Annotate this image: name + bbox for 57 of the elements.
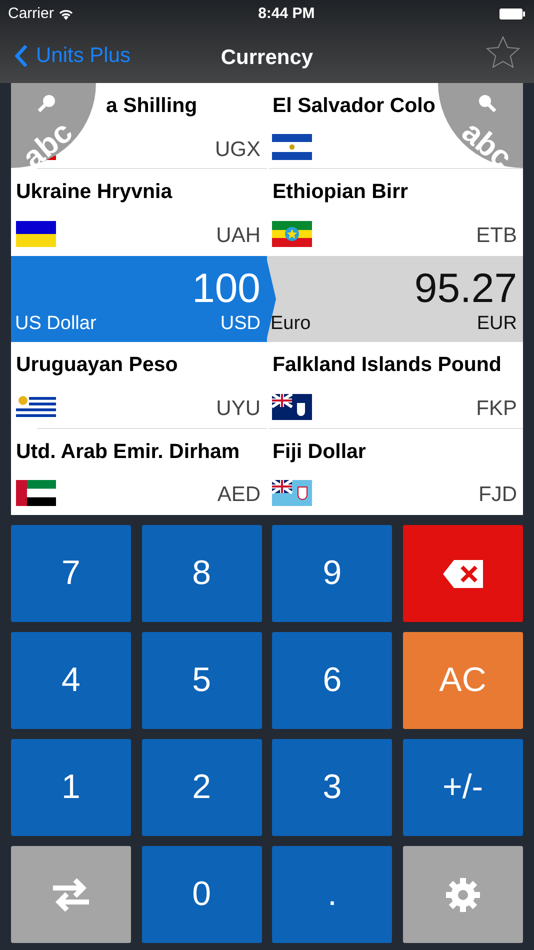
flag-icon <box>16 220 56 247</box>
key-button[interactable]: 2 <box>142 739 262 836</box>
battery-icon <box>498 8 526 20</box>
search-icon <box>476 93 498 115</box>
flag-icon <box>272 480 312 506</box>
currency-name[interactable]: Ethiopian Birr <box>272 177 408 208</box>
key-button[interactable]: 3 <box>272 739 392 836</box>
currency-code: AED <box>217 482 260 508</box>
flag-icon <box>16 394 56 420</box>
key-button[interactable]: 6 <box>272 632 392 729</box>
flag-icon <box>272 220 312 247</box>
currency-code: EUR <box>476 312 517 336</box>
currency-name[interactable]: Falkland Islands Pound <box>272 350 502 381</box>
currency-code: UYU <box>216 396 260 422</box>
key-button[interactable]: 5 <box>142 632 262 729</box>
key-button[interactable]: . <box>272 846 392 943</box>
wifi-icon <box>58 8 74 20</box>
currency-code: UAH <box>216 223 260 250</box>
currency-code: USD <box>220 312 260 336</box>
currency-name[interactable]: Uruguayan Peso <box>16 350 178 381</box>
currency-name[interactable]: El Salvador Colo <box>272 91 436 122</box>
flag-icon <box>272 134 312 160</box>
currency-name[interactable]: Utd. Arab Emir. Dirham <box>16 436 240 468</box>
clock: 8:44 PM <box>258 4 315 24</box>
key-button[interactable]: 9 <box>272 525 392 622</box>
currency-code: FKP <box>476 396 517 422</box>
key-button[interactable]: 1 <box>11 739 131 836</box>
backspace-icon <box>442 560 483 588</box>
currency-name[interactable]: Fiji Dollar <box>272 436 366 468</box>
currency-code: UGX <box>214 136 260 163</box>
backspace-button[interactable] <box>402 525 523 622</box>
swap-button[interactable] <box>11 846 131 943</box>
settings-icon <box>444 876 481 912</box>
target-currency-panel[interactable]: 95.27 Euro EUR <box>266 256 523 342</box>
search-icon <box>36 93 58 115</box>
key-button[interactable]: +/- <box>402 739 523 836</box>
key-button[interactable]: 4 <box>11 632 131 729</box>
chevron-left-icon <box>14 44 28 68</box>
key-button[interactable]: 8 <box>142 525 262 622</box>
key-button[interactable]: 0 <box>142 846 262 943</box>
amount-value: 100 <box>191 264 260 309</box>
amount-value: 95.27 <box>413 264 517 309</box>
currency-name: US Dollar <box>15 312 96 336</box>
currency-code: ETB <box>476 223 517 250</box>
flag-icon <box>272 394 312 420</box>
settings-button[interactable] <box>402 846 523 943</box>
currency-code: FJD <box>478 482 517 508</box>
nav-title: Currency <box>220 46 314 69</box>
currency-name[interactable]: Ukraine Hryvnia <box>16 177 172 208</box>
currency-name[interactable]: a Shilling <box>106 91 198 122</box>
swap-arrows-icon <box>51 876 91 912</box>
key-button[interactable]: 7 <box>11 525 131 622</box>
favorite-button[interactable] <box>486 36 520 68</box>
currency-name: Euro <box>270 312 311 336</box>
back-button[interactable]: Units Plus <box>0 40 131 72</box>
carrier-label: Carrier <box>8 4 54 24</box>
flag-icon <box>16 480 56 506</box>
